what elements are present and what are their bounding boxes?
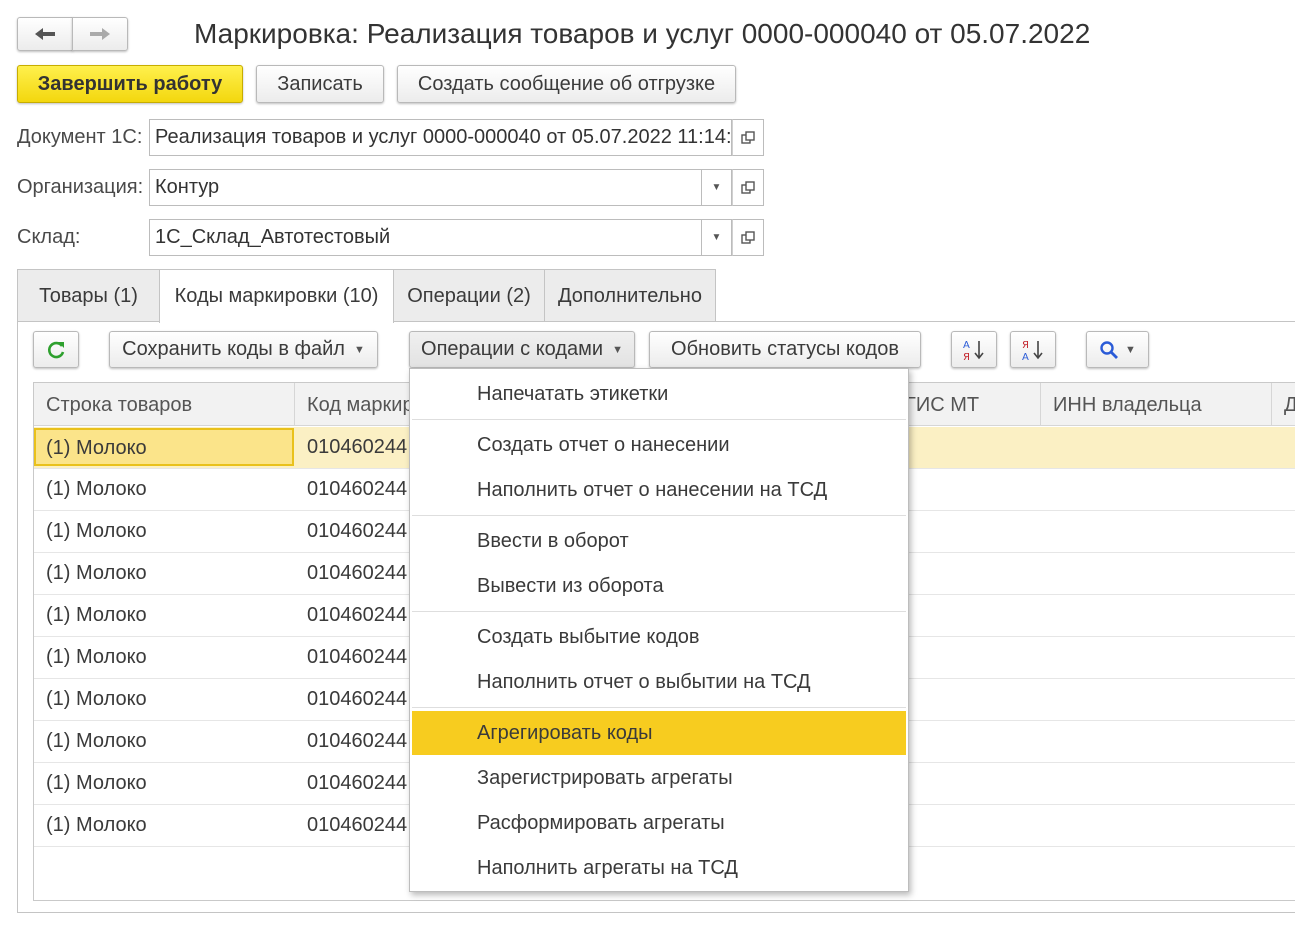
- open-icon: [741, 130, 755, 144]
- menu-item-withdraw-from-circulation[interactable]: Вывести из оборота: [412, 564, 906, 608]
- chevron-down-icon: ▼: [711, 232, 722, 243]
- cell-line[interactable]: (1) Молоко: [34, 637, 294, 678]
- create-shipment-message-button[interactable]: Создать сообщение об отгрузке: [397, 65, 736, 103]
- warehouse-label: Склад:: [17, 226, 81, 248]
- menu-separator: [412, 515, 906, 516]
- chevron-down-icon: ▼: [353, 343, 365, 356]
- document-open-button[interactable]: [732, 119, 764, 156]
- sort-ascending-icon: А Я: [963, 340, 984, 363]
- search-icon: [1100, 340, 1119, 359]
- organization-open-button[interactable]: [732, 169, 764, 206]
- document-field[interactable]: Реализация товаров и услуг 0000-000040 о…: [149, 119, 732, 156]
- menu-item-create-application-report[interactable]: Создать отчет о нанесении: [412, 423, 906, 467]
- chevron-down-icon: ▼: [711, 182, 722, 193]
- arrow-right-icon: [90, 28, 110, 40]
- tab-additional[interactable]: Дополнительно: [544, 269, 716, 322]
- code-operations-label: Операции с кодами: [421, 338, 604, 360]
- cell-line[interactable]: (1) Молоко: [34, 763, 294, 804]
- sort-ascending-button[interactable]: А Я: [951, 331, 997, 368]
- menu-item-fill-aggregates-tsd[interactable]: Наполнить агрегаты на ТСД: [412, 846, 906, 890]
- svg-text:А: А: [963, 340, 970, 351]
- organization-field[interactable]: Контур: [149, 169, 702, 206]
- window-title: Маркировка: Реализация товаров и услуг 0…: [194, 18, 1091, 49]
- cell-line[interactable]: (1) Молоко: [34, 553, 294, 594]
- column-header-d[interactable]: Д: [1272, 383, 1295, 426]
- code-operations-button[interactable]: Операции с кодами ▼: [409, 331, 635, 368]
- chevron-down-icon: ▼: [1125, 343, 1136, 356]
- warehouse-dropdown-button[interactable]: ▼: [702, 219, 732, 256]
- tab-marking-codes[interactable]: Коды маркировки (10): [159, 269, 394, 323]
- menu-item-register-aggregates[interactable]: Зарегистрировать агрегаты: [412, 756, 906, 800]
- open-icon: [741, 180, 755, 194]
- svg-text:Я: Я: [963, 352, 970, 363]
- open-icon: [741, 230, 755, 244]
- menu-item-create-codes-disposal[interactable]: Создать выбытие кодов: [412, 615, 906, 659]
- search-button[interactable]: ▼: [1086, 331, 1149, 368]
- svg-text:Я: Я: [1022, 340, 1029, 351]
- warehouse-field[interactable]: 1С_Склад_Автотестовый: [149, 219, 702, 256]
- organization-label: Организация:: [17, 176, 144, 198]
- save-codes-to-file-button[interactable]: Сохранить коды в файл ▼: [109, 331, 378, 368]
- tab-goods[interactable]: Товары (1): [17, 269, 160, 322]
- finish-work-button[interactable]: Завершить работу: [17, 65, 243, 103]
- menu-separator: [412, 419, 906, 420]
- refresh-button[interactable]: [33, 331, 79, 368]
- nav-back-button[interactable]: [17, 17, 73, 51]
- cell-line[interactable]: (1) Молоко: [34, 721, 294, 762]
- svg-text:А: А: [1022, 352, 1029, 363]
- document-label: Документ 1С:: [17, 126, 143, 148]
- menu-item-fill-application-report-tsd[interactable]: Наполнить отчет о нанесении на ТСД: [412, 468, 906, 512]
- refresh-icon: [48, 341, 65, 358]
- tab-operations[interactable]: Операции (2): [393, 269, 545, 322]
- organization-dropdown-button[interactable]: ▼: [702, 169, 732, 206]
- menu-item-print-labels[interactable]: Напечатать этикетки: [412, 372, 906, 416]
- column-header-line[interactable]: Строка товаров: [34, 383, 295, 426]
- menu-item-introduce-into-circulation[interactable]: Ввести в оборот: [412, 519, 906, 563]
- sort-descending-icon: Я А: [1022, 340, 1043, 363]
- save-button[interactable]: Записать: [256, 65, 384, 103]
- save-codes-to-file-label: Сохранить коды в файл: [122, 338, 345, 360]
- cell-line[interactable]: (1) Молоко: [34, 511, 294, 552]
- menu-item-fill-disposal-report-tsd[interactable]: Наполнить отчет о выбытии на ТСД: [412, 660, 906, 704]
- menu-item-aggregate-codes[interactable]: Агрегировать коды: [412, 711, 906, 755]
- cell-line[interactable]: (1) Молоко: [34, 679, 294, 720]
- update-code-statuses-button[interactable]: Обновить статусы кодов: [649, 331, 921, 368]
- menu-separator: [412, 611, 906, 612]
- sort-descending-button[interactable]: Я А: [1010, 331, 1056, 368]
- column-header-gis-mt-label: ГИС МТ: [905, 394, 980, 416]
- cell-line[interactable]: (1) Молоко: [34, 428, 294, 466]
- nav-forward-button[interactable]: [72, 17, 128, 51]
- cell-line[interactable]: (1) Молоко: [34, 469, 294, 510]
- code-operations-menu: Напечатать этикетки Создать отчет о нане…: [409, 368, 909, 892]
- warehouse-open-button[interactable]: [732, 219, 764, 256]
- chevron-down-icon: ▼: [612, 343, 623, 356]
- arrow-left-icon: [35, 28, 55, 40]
- cell-line[interactable]: (1) Молоко: [34, 805, 294, 846]
- menu-separator: [412, 707, 906, 708]
- column-header-inn[interactable]: ИНН владельца: [1041, 383, 1272, 426]
- cell-line[interactable]: (1) Молоко: [34, 595, 294, 636]
- menu-item-disband-aggregates[interactable]: Расформировать агрегаты: [412, 801, 906, 845]
